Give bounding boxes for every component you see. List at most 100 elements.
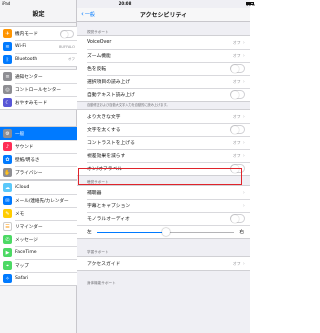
display-setting-label: コントラストを上げる [87, 141, 135, 146]
control-center-icon: ◎ [3, 85, 12, 94]
display-setting-value: オフ [232, 152, 241, 158]
maps-icon: ⌖ [3, 261, 12, 270]
sidebar-item-label: FaceTime [15, 250, 37, 255]
sidebar-item[interactable]: ≋ Wi-Fi BUFFALO [0, 40, 77, 53]
display-setting-value: オフ [232, 139, 241, 145]
sidebar-item-label: メッセージ [15, 237, 38, 243]
toggle-switch[interactable] [230, 214, 245, 223]
slider-fill [96, 231, 166, 233]
moon-icon: ☾ [3, 98, 12, 107]
speaker-icon: ♪ [3, 142, 12, 151]
hearing-group: 補聴器 › 字幕とキャプション › モノラルオーディオ左右 [77, 185, 250, 239]
sidebar-item-label: Bluetooth [15, 57, 38, 62]
display-setting-row[interactable]: より大きな文字 オフ › [77, 110, 250, 123]
vision-setting-row[interactable]: ズーム機能 オフ › [77, 49, 250, 62]
sidebar-item[interactable]: ✉ メール/連絡先/カレンダー [0, 194, 77, 207]
vision-setting-label: 自動テキスト読み上げ [87, 93, 135, 98]
toggle-switch[interactable] [230, 90, 245, 99]
vision-setting-row[interactable]: 自動テキスト読み上げ [77, 88, 250, 101]
sidebar-item-value: BUFFALO [58, 44, 75, 49]
vision-setting-label: 選択項目の読み上げ [87, 80, 131, 85]
sidebar-item[interactable]: ✧ Safari [0, 272, 77, 285]
audio-balance-slider[interactable] [96, 228, 235, 236]
sidebar-item[interactable]: ✎ メモ [0, 207, 77, 220]
sidebar-item-label: Wi-Fi [15, 44, 26, 49]
display-setting-row[interactable]: 視差効果を減らす オフ › [77, 149, 250, 162]
nav-bar: ‹ 一般 アクセシビリティ [77, 8, 250, 22]
sidebar-item-label: マップ [15, 263, 29, 269]
section-header-physical: 身体機能サポート [87, 281, 116, 285]
display-setting-label: 文字を太くする [87, 128, 121, 133]
vision-setting-row[interactable]: 色を反転 [77, 62, 250, 75]
learning-setting-label: アクセスガイド [87, 262, 121, 267]
display-group: より大きな文字 オフ › 文字を太くする コントラストを上げる オフ › 視差効果を減らす オフ… [77, 109, 250, 176]
sidebar-item[interactable]: ✋ プライバシー [0, 166, 77, 179]
sidebar-item[interactable]: ✈ 機内モード [0, 27, 77, 40]
learning-setting-value: オフ [232, 260, 241, 266]
sidebar-group: ☁ iCloud ✉ メール/連絡先/カレンダー ✎ メモ ☰ リマインダー ✆ メッセージ ▶ Fa… [0, 180, 77, 286]
learning-group: アクセスガイド オフ › [77, 256, 250, 271]
sidebar-item[interactable]: ☰ リマインダー [0, 220, 77, 233]
display-setting-row[interactable]: コントラストを上げる オフ › [77, 136, 250, 149]
sidebar-item[interactable]: ▶ FaceTime [0, 246, 77, 259]
battery-icon [246, 2, 254, 5]
vision-setting-value: オフ [232, 39, 241, 45]
sidebar-item[interactable]: ☁ iCloud [0, 181, 77, 194]
sidebar-item[interactable]: ≡ 通知センター [0, 70, 77, 83]
hearing-setting-label: 字幕とキャプション [87, 204, 131, 209]
page-title: アクセシビリティ [139, 12, 188, 19]
audio-balance-slider-row: 左右 [77, 225, 250, 238]
section-header-learning: 学習サポート [87, 250, 109, 254]
sidebar-item-label: リマインダー [15, 224, 43, 230]
facetime-icon: ▶ [3, 248, 12, 257]
clock: 20:08 [118, 1, 132, 6]
learning-setting-row[interactable]: アクセスガイド オフ › [77, 257, 250, 270]
sidebar-item[interactable]: ᛒ Bluetooth オフ [0, 53, 77, 66]
display-setting-row[interactable]: 文字を太くする [77, 123, 250, 136]
chevron-right-icon: › [242, 78, 245, 85]
sidebar-item-label: サウンド [15, 144, 34, 150]
sidebar-item[interactable]: ♪ サウンド [0, 140, 77, 153]
hearing-setting-row[interactable]: 補聴器 › [77, 186, 250, 199]
cloud-icon: ☁ [3, 183, 12, 192]
hearing-setting-row[interactable]: モノラルオーディオ [77, 212, 250, 225]
toggle-switch[interactable] [230, 64, 245, 73]
sidebar-item-label: プライバシー [15, 170, 43, 176]
chevron-right-icon: › [242, 202, 245, 209]
sidebar-item[interactable]: ✆ メッセージ [0, 233, 77, 246]
hearing-setting-row[interactable]: 字幕とキャプション › [77, 199, 250, 212]
toggle-switch[interactable] [60, 29, 74, 38]
wallpaper-icon: ✿ [3, 155, 12, 164]
sidebar-item[interactable]: ◎ コントロールセンター [0, 83, 77, 96]
wifi-icon: ≋ [3, 42, 12, 51]
sidebar-group: ⚙ 一般 ♪ サウンド ✿ 壁紙/明るさ ✋ プライバシー [0, 126, 77, 180]
sidebar-item-label: 一般 [15, 131, 25, 137]
reminders-icon: ☰ [3, 222, 12, 231]
sidebar-item[interactable]: ⌖ マップ [0, 259, 77, 272]
chevron-right-icon: › [242, 39, 245, 46]
vision-setting-row[interactable]: 選択項目の読み上げ オフ › [77, 75, 250, 88]
vision-setting-row[interactable]: VoiceOver オフ › [77, 36, 250, 49]
mail-icon: ✉ [3, 196, 12, 205]
toggle-switch[interactable] [230, 125, 245, 134]
sidebar-title: 設定 [32, 11, 45, 18]
sidebar-item-value: オフ [67, 57, 75, 61]
sidebar-item[interactable]: ⚙ 一般 [0, 127, 77, 140]
detail-panel: ‹ 一般 アクセシビリティ 視覚サポート VoiceOver オフ › ズーム機能 オフ… [77, 0, 250, 333]
balance-right-label: 右 [239, 230, 244, 235]
hand-icon: ✋ [3, 168, 12, 177]
slider-thumb[interactable] [161, 228, 170, 236]
highlight-box [78, 168, 242, 185]
sidebar-item[interactable]: ✿ 壁紙/明るさ [0, 153, 77, 166]
sidebar-item[interactable]: ☾ おやすみモード [0, 96, 77, 109]
hearing-setting-label: モノラルオーディオ [87, 217, 130, 222]
chevron-right-icon: › [242, 139, 245, 146]
vision-setting-label: ズーム機能 [87, 54, 111, 59]
airplane-icon: ✈ [3, 29, 12, 38]
sidebar-header-divider [0, 22, 77, 23]
compass-icon: ✧ [3, 274, 12, 283]
sidebar-item-label: メール/連絡先/カレンダー [15, 198, 69, 204]
sidebar-item-label: 壁紙/明るさ [15, 157, 40, 163]
sidebar-item-label: 機内モード [15, 31, 38, 37]
hearing-setting-label: 補聴器 [87, 191, 102, 196]
